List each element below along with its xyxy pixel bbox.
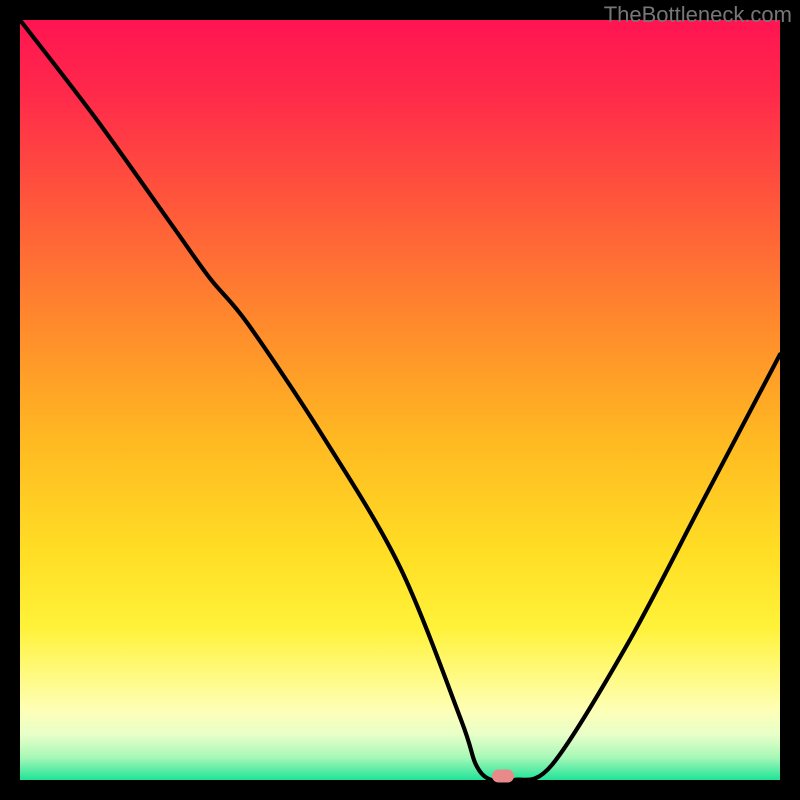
optimal-marker	[492, 770, 514, 783]
watermark-label: TheBottleneck.com	[604, 2, 792, 28]
plot-area	[20, 20, 780, 780]
bottleneck-curve	[20, 20, 780, 780]
